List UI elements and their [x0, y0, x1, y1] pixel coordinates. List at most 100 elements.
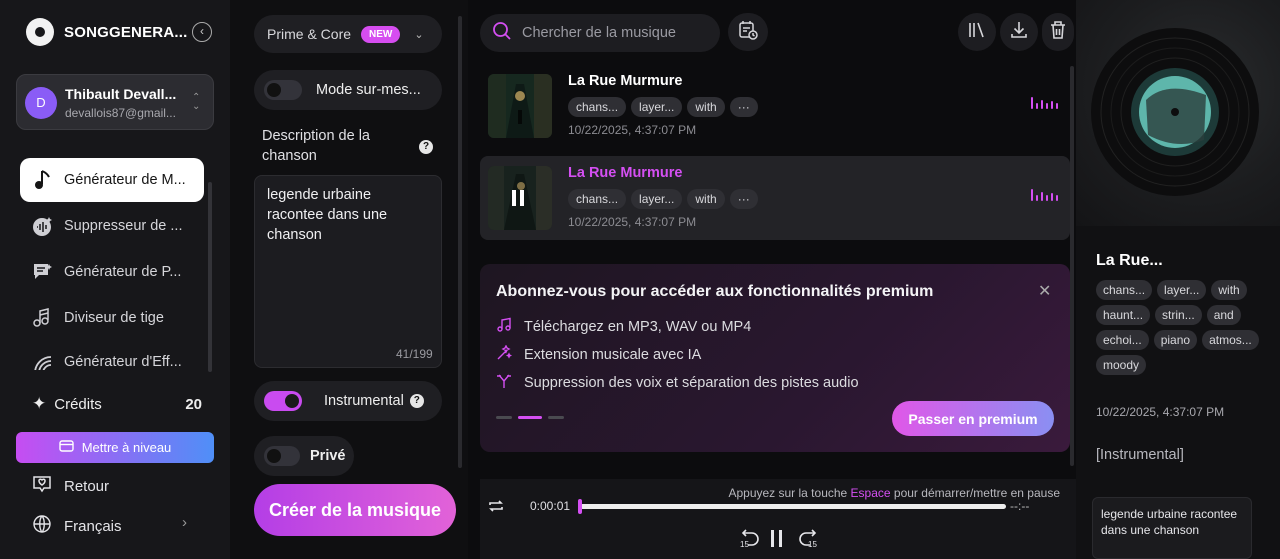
sidebar-item-label: Diviseur de tige — [64, 310, 164, 326]
repeat-icon[interactable] — [488, 498, 504, 519]
model-select[interactable]: Prime & Core NEW ⌄ — [254, 15, 442, 53]
new-badge: NEW — [361, 25, 401, 43]
track-list-scrollbar[interactable] — [1070, 66, 1074, 466]
lyrics-icon — [32, 261, 54, 283]
detail-tag: piano — [1153, 330, 1198, 350]
sidebar-item-lyrics-generator[interactable]: Générateur de P... — [20, 250, 204, 294]
rewind-15-icon[interactable]: 15 — [738, 528, 760, 550]
private-toggle[interactable] — [264, 446, 300, 466]
custom-mode-row[interactable]: Mode sur-mes... — [254, 70, 442, 110]
credits-label: Crédits — [54, 395, 102, 413]
promo-carousel-dots[interactable] — [496, 416, 564, 419]
brand-logo — [26, 18, 54, 46]
user-account-card[interactable]: D Thibault Devall... devallois87@gmail..… — [16, 74, 214, 130]
download-icon — [1009, 20, 1029, 45]
instrumental-label: Instrumental — [324, 393, 404, 409]
trash-icon — [1049, 20, 1067, 45]
premium-promo-card: Abonnez-vous pour accéder aux fonctionna… — [480, 264, 1070, 452]
detail-description: legende urbaine racontee dans une chanso… — [1092, 497, 1252, 559]
pause-icon[interactable] — [512, 190, 524, 206]
sidebar-item-label: Générateur d'Eff... — [64, 354, 182, 370]
track-title[interactable]: La Rue Murmure — [568, 165, 682, 181]
sidebar-item-stem-splitter[interactable]: Diviseur de tige — [20, 296, 204, 340]
split-icon — [496, 373, 512, 393]
language-selector[interactable]: Français — [32, 514, 122, 538]
current-time: 0:00:01 — [530, 499, 571, 513]
track-title[interactable]: La Rue Murmure — [568, 73, 682, 89]
sidebar-item-music-generator[interactable]: Générateur de M... — [20, 158, 204, 202]
instrumental-toggle[interactable] — [264, 391, 302, 411]
feedback-link[interactable]: Retour — [32, 474, 109, 498]
create-music-button[interactable]: Créer de la musique — [254, 484, 456, 536]
sidebar-item-vocal-remover[interactable]: Suppresseur de ... — [20, 204, 204, 248]
track-tag: with — [687, 97, 725, 117]
detail-tag: haunt... — [1096, 305, 1151, 325]
track-detail-panel: La Rue... chans... layer... with haunt..… — [1076, 0, 1280, 559]
upgrade-label: Mettre à niveau — [81, 440, 172, 455]
upgrade-button[interactable]: Mettre à niveau — [16, 432, 214, 463]
go-premium-button[interactable]: Passer en premium — [892, 401, 1054, 436]
vocal-remover-icon — [32, 215, 54, 237]
more-tags-button[interactable]: ··· — [729, 189, 758, 209]
detail-tag: strin... — [1155, 305, 1202, 325]
more-tags-button[interactable]: ··· — [729, 97, 758, 117]
private-row[interactable]: Privé — [254, 436, 354, 476]
detail-timestamp: 10/22/2025, 4:37:07 PM — [1096, 405, 1225, 419]
track-tag: layer... — [631, 97, 683, 117]
track-row[interactable]: La Rue Murmure chans... layer... with ··… — [480, 156, 1070, 240]
sidebar-item-label: Générateur de M... — [64, 172, 186, 188]
credits-value: 20 — [185, 395, 202, 413]
detail-title: La Rue... — [1096, 252, 1163, 269]
promo-feature: Téléchargez en MP3, WAV ou MP4 — [496, 317, 751, 337]
search-input[interactable]: Chercher de la musique — [522, 25, 676, 41]
progress-bar[interactable] — [580, 504, 1006, 509]
track-cover-image[interactable] — [488, 74, 552, 138]
private-label: Privé — [310, 448, 346, 464]
help-icon[interactable]: ? — [419, 140, 433, 154]
forward-15-icon[interactable]: 15 — [798, 528, 820, 550]
promo-feature-label: Extension musicale avec IA — [524, 347, 702, 363]
detail-tag: moody — [1096, 355, 1147, 375]
brand[interactable]: SONGGENERA... — [26, 18, 187, 46]
globe-icon — [32, 514, 52, 538]
feedback-icon — [32, 474, 52, 498]
track-list-panel: Chercher de la musique La Rue Murmure ch… — [468, 0, 1076, 559]
magic-wand-icon — [496, 344, 513, 365]
settings-scrollbar[interactable] — [458, 16, 462, 468]
description-textarea[interactable]: legende urbaine racontee dans une chanso… — [254, 175, 442, 368]
detail-lyrics: [Instrumental] — [1096, 447, 1184, 463]
search-bar[interactable]: Chercher de la musique — [480, 14, 720, 52]
custom-mode-label: Mode sur-mes... — [316, 82, 421, 98]
promo-feature: Suppression des voix et séparation des p… — [496, 373, 859, 393]
brand-name: SONGGENERA... — [64, 23, 188, 41]
chevron-up-down-icon: ⌃ ⌄ — [192, 92, 201, 112]
track-tag: chans... — [568, 189, 627, 209]
instrumental-row[interactable]: Instrumental ? — [254, 381, 442, 421]
sidebar-item-sound-effects[interactable]: Générateur d'Eff... — [20, 342, 204, 370]
custom-mode-toggle[interactable] — [264, 80, 302, 100]
close-icon[interactable]: ✕ — [1038, 281, 1051, 301]
download-button[interactable] — [1000, 13, 1038, 51]
library-button[interactable] — [958, 13, 996, 51]
user-email: devallois87@gmail... — [65, 106, 176, 120]
avatar: D — [25, 87, 57, 119]
track-tags: chans... layer... with ··· — [568, 97, 758, 117]
model-value: Prime & Core — [267, 26, 352, 42]
sidebar-item-label: Générateur de P... — [64, 264, 182, 280]
collapse-sidebar-button[interactable]: ‹ — [192, 22, 212, 42]
user-name: Thibault Devall... — [65, 86, 177, 102]
track-row[interactable]: La Rue Murmure chans... layer... with ··… — [480, 64, 1070, 148]
pause-button[interactable] — [771, 530, 782, 547]
delete-button[interactable] — [1042, 13, 1074, 51]
description-char-count: 41/199 — [396, 347, 433, 361]
sound-effect-icon — [32, 354, 54, 370]
help-icon[interactable]: ? — [409, 394, 424, 408]
history-filter-button[interactable] — [728, 13, 768, 51]
promo-feature-label: Téléchargez en MP3, WAV ou MP4 — [524, 319, 752, 335]
detail-tag: atmos... — [1202, 330, 1259, 350]
credit-card-icon — [58, 440, 74, 455]
sidebar-scrollbar[interactable] — [208, 182, 212, 372]
chevron-down-icon: ⌄ — [414, 28, 424, 41]
progress-knob[interactable] — [578, 499, 582, 514]
sidebar-item-label: Suppresseur de ... — [64, 218, 183, 234]
